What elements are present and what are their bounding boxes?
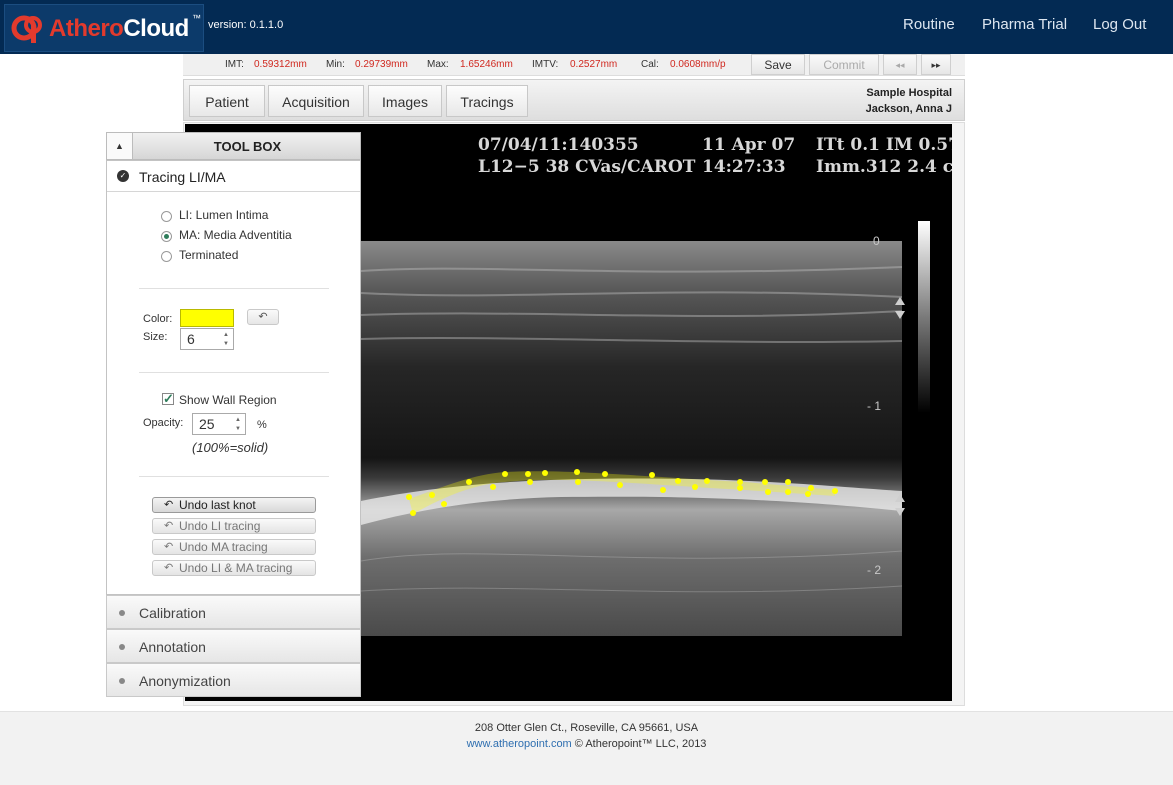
logo-text: AtheroCloud <box>49 15 189 42</box>
depth-mark-0: 0 <box>873 234 880 248</box>
size-label: Size: <box>143 331 168 343</box>
radio-lumen-intima-label: LI: Lumen Intima <box>179 208 269 222</box>
logo-icon <box>11 15 42 43</box>
footer-copyright-line: www.atheropoint.com © Atheropoint™ LLC, … <box>0 738 1173 750</box>
commit-button[interactable]: Commit <box>809 54 879 75</box>
show-wall-region-checkbox[interactable]: ✓ <box>162 392 174 405</box>
radio-media-adventitia-label: MA: Media Adventitia <box>179 228 292 242</box>
bullet-icon <box>119 678 125 684</box>
min-value: 0.29739mm <box>355 59 408 70</box>
depth-mark-2: - 2 <box>867 563 882 577</box>
tracing-section: ✓ Tracing LI/MA LI: Lumen Intima MA: Med… <box>106 160 361 595</box>
spin-up-icon[interactable]: ▲ <box>221 331 231 340</box>
undo-icon: ↶ <box>258 311 268 323</box>
nav-routine[interactable]: Routine <box>903 16 955 33</box>
hospital-name: Sample Hospital <box>866 87 952 99</box>
depth-mark-1: - 1 <box>867 399 882 413</box>
tracing-section-title: Tracing LI/MA <box>139 169 226 185</box>
cal-label: Cal: <box>641 59 659 70</box>
spin-up-icon[interactable]: ▲ <box>233 416 243 425</box>
gray-scale-bar <box>918 221 930 413</box>
atherocloud-logo[interactable]: AtheroCloud ™ <box>4 4 204 52</box>
footer-address: 208 Otter Glen Ct., Roseville, CA 95661,… <box>474 722 699 734</box>
next-button[interactable]: ▸▸ <box>921 54 951 75</box>
opacity-stepper[interactable]: 25 ▲ ▼ <box>192 413 246 435</box>
accordion-annotation-label: Annotation <box>139 639 206 655</box>
tool-box-header: ▲ TOOL BOX <box>106 132 361 160</box>
logo-trademark: ™ <box>192 13 201 23</box>
radio-media-adventitia[interactable] <box>161 231 172 242</box>
patient-name: Jackson, Anna J <box>865 103 952 115</box>
cal-value: 0.0608mm/p <box>670 59 726 70</box>
undo-icon: ↶ <box>164 562 174 574</box>
accordion-anonymization-label: Anonymization <box>139 673 231 689</box>
opacity-label: Opacity: <box>143 417 184 429</box>
imt-label: IMT: <box>225 59 244 70</box>
max-label: Max: <box>427 59 449 70</box>
show-wall-region-label: Show Wall Region <box>179 393 277 407</box>
undo-icon: ↶ <box>164 499 174 511</box>
color-label: Color: <box>143 313 173 325</box>
spin-down-icon[interactable]: ▼ <box>233 425 243 434</box>
tracing-section-header[interactable]: ✓ Tracing LI/MA <box>107 161 360 192</box>
undo-li-ma-tracing-button[interactable]: ↶ Undo LI & MA tracing <box>152 560 316 576</box>
focus-marker-icon[interactable] <box>893 295 907 321</box>
reset-color-button[interactable]: ↶ <box>247 309 279 325</box>
tool-box-panel: ▲ TOOL BOX ✓ Tracing LI/MA LI: Lumen Int… <box>106 132 361 697</box>
save-button[interactable]: Save <box>751 54 805 75</box>
version-label: version: 0.1.1.0 <box>208 19 284 31</box>
radio-lumen-intima[interactable] <box>161 211 172 222</box>
tab-tracings[interactable]: Tracings <box>446 85 528 117</box>
size-stepper[interactable]: 6 ▲ ▼ <box>180 328 234 350</box>
size-value: 6 <box>187 331 195 347</box>
chevron-up-icon: ▲ <box>115 141 124 151</box>
spin-down-icon[interactable]: ▼ <box>221 340 231 349</box>
accordion-anonymization[interactable]: Anonymization <box>106 663 361 697</box>
opacity-value: 25 <box>199 416 215 432</box>
color-picker[interactable] <box>180 309 234 327</box>
tab-images[interactable]: Images <box>368 85 442 117</box>
bullet-icon <box>119 644 125 650</box>
min-label: Min: <box>326 59 345 70</box>
tab-patient[interactable]: Patient <box>189 85 265 117</box>
radio-terminated[interactable] <box>161 251 172 262</box>
accordion-calibration[interactable]: Calibration <box>106 595 361 629</box>
footer: 208 Otter Glen Ct., Roseville, CA 95661,… <box>0 711 1173 785</box>
divider <box>139 372 329 373</box>
undo-icon: ↶ <box>164 541 174 553</box>
imtv-label: IMTV: <box>532 59 559 70</box>
top-navigation-bar: AtheroCloud ™ version: 0.1.1.0 Routine P… <box>0 0 1173 54</box>
footer-website-link[interactable]: www.atheropoint.com <box>467 738 572 750</box>
divider <box>139 476 329 477</box>
divider <box>139 288 329 289</box>
nav-log-out[interactable]: Log Out <box>1093 16 1146 33</box>
imt-value: 0.59312mm <box>254 59 307 70</box>
focus-marker-icon[interactable] <box>893 492 907 518</box>
patient-info: Sample Hospital Jackson, Anna J <box>866 85 952 117</box>
bullet-icon <box>119 610 125 616</box>
check-circle-icon: ✓ <box>117 170 129 182</box>
undo-icon: ↶ <box>164 520 174 532</box>
undo-last-knot-button[interactable]: ↶ Undo last knot <box>152 497 316 513</box>
undo-ma-tracing-button[interactable]: ↶ Undo MA tracing <box>152 539 316 555</box>
undo-li-tracing-button[interactable]: ↶ Undo LI tracing <box>152 518 316 534</box>
imtv-value: 0.2527mm <box>570 59 618 70</box>
tab-acquisition[interactable]: Acquisition <box>268 85 364 117</box>
previous-button[interactable]: ◂◂ <box>883 54 917 75</box>
collapse-toolbox-button[interactable]: ▲ <box>107 133 133 159</box>
tab-bar: Patient Acquisition Images Tracings Samp… <box>183 79 965 121</box>
measurement-bar: IMT: 0.59312mm Min: 0.29739mm Max: 1.652… <box>183 54 965 76</box>
max-value: 1.65246mm <box>460 59 513 70</box>
footer-copyright: © Atheropoint™ LLC, 2013 <box>571 738 707 750</box>
opacity-hint: (100%=solid) <box>192 440 269 455</box>
radio-terminated-label: Terminated <box>179 248 239 262</box>
tool-box-title: TOOL BOX <box>213 139 282 154</box>
opacity-unit: % <box>257 419 267 431</box>
nav-pharma-trial[interactable]: Pharma Trial <box>982 16 1067 33</box>
accordion-annotation[interactable]: Annotation <box>106 629 361 663</box>
accordion-calibration-label: Calibration <box>139 605 206 621</box>
